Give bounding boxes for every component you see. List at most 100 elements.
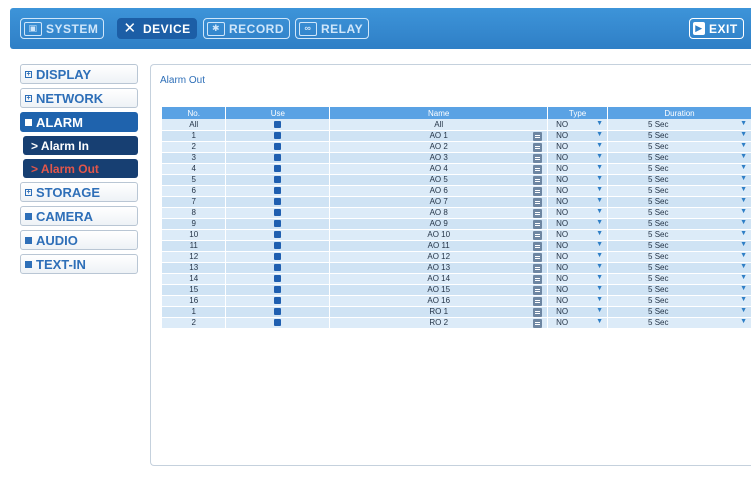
sidebar-item-camera[interactable]: CAMERA (20, 206, 138, 226)
edit-name-icon[interactable] (533, 241, 543, 251)
use-checkbox[interactable] (274, 231, 282, 239)
sidebar-item-display[interactable]: + DISPLAY (20, 64, 138, 84)
edit-name-icon[interactable] (533, 164, 543, 174)
column-header-type: Type (547, 107, 609, 119)
duration-select[interactable]: 5 Sec ▼ (607, 141, 751, 153)
type-select[interactable]: NO ▼ (547, 306, 609, 318)
edit-name-icon[interactable] (533, 197, 543, 207)
duration-select[interactable]: 5 Sec ▼ (607, 185, 751, 197)
edit-name-icon[interactable] (533, 186, 543, 196)
duration-select[interactable]: 5 Sec ▼ (607, 273, 751, 285)
edit-name-icon[interactable] (533, 230, 543, 240)
duration-select[interactable]: 5 Sec ▼ (607, 262, 751, 274)
use-checkbox[interactable] (274, 319, 282, 327)
edit-name-icon[interactable] (533, 142, 543, 152)
tab-relay[interactable]: ∞ RELAY (295, 18, 370, 39)
type-select[interactable]: NO ▼ (547, 163, 609, 175)
type-select[interactable]: NO ▼ (547, 240, 609, 252)
sidebar-item-label: CAMERA (36, 208, 94, 224)
type-select[interactable]: NO ▼ (547, 284, 609, 296)
sidebar-subitem-alarm-in[interactable]: > Alarm In (23, 136, 138, 155)
duration-select[interactable]: 5 Sec ▼ (607, 295, 751, 307)
row-number: 12 (162, 251, 227, 263)
type-select[interactable]: NO ▼ (547, 207, 609, 219)
use-checkbox[interactable] (274, 187, 282, 195)
type-select[interactable]: NO ▼ (547, 141, 609, 153)
duration-select[interactable]: 5 Sec ▼ (607, 240, 751, 252)
duration-select[interactable]: 5 Sec ▼ (607, 119, 751, 131)
type-select[interactable]: NO ▼ (547, 317, 609, 329)
use-checkbox[interactable] (274, 176, 282, 184)
sidebar-item-label: AUDIO (36, 232, 78, 248)
name-cell: AO 13 (329, 262, 549, 274)
duration-select[interactable]: 5 Sec ▼ (607, 251, 751, 263)
duration-select[interactable]: 5 Sec ▼ (607, 174, 751, 186)
use-checkbox[interactable] (274, 198, 282, 206)
use-checkbox[interactable] (274, 209, 282, 217)
duration-select[interactable]: 5 Sec ▼ (607, 306, 751, 318)
duration-select[interactable]: 5 Sec ▼ (607, 163, 751, 175)
type-select[interactable]: NO ▼ (547, 273, 609, 285)
type-select[interactable]: NO ▼ (547, 229, 609, 241)
sidebar-item-text-in[interactable]: TEXT-IN (20, 254, 138, 274)
row-number: 4 (162, 163, 227, 175)
duration-select[interactable]: 5 Sec ▼ (607, 317, 751, 329)
duration-select[interactable]: 5 Sec ▼ (607, 196, 751, 208)
tab-system[interactable]: ▣ SYSTEM (20, 18, 105, 39)
type-value: NO (556, 142, 569, 151)
type-select[interactable]: NO ▼ (547, 130, 609, 142)
tab-device[interactable]: ✕ DEVICE (117, 18, 197, 39)
use-checkbox[interactable] (274, 264, 282, 272)
table-row: 1 RO 1 NO ▼ 5 Sec ▼ (162, 306, 751, 318)
sidebar-item-storage[interactable]: + STORAGE (20, 182, 138, 202)
duration-select[interactable]: 5 Sec ▼ (607, 284, 751, 296)
duration-select[interactable]: 5 Sec ▼ (607, 207, 751, 219)
type-select[interactable]: NO ▼ (547, 218, 609, 230)
edit-name-icon[interactable] (533, 307, 543, 317)
use-checkbox[interactable] (274, 165, 282, 173)
use-checkbox[interactable] (274, 297, 282, 305)
use-checkbox[interactable] (274, 253, 282, 261)
type-select[interactable]: NO ▼ (547, 262, 609, 274)
use-checkbox[interactable] (274, 286, 282, 294)
edit-name-icon[interactable] (533, 219, 543, 229)
type-select[interactable]: NO ▼ (547, 196, 609, 208)
type-select[interactable]: NO ▼ (547, 185, 609, 197)
edit-name-icon[interactable] (533, 208, 543, 218)
edit-name-icon[interactable] (533, 252, 543, 262)
edit-name-icon[interactable] (533, 153, 543, 163)
sidebar-item-network[interactable]: + NETWORK (20, 88, 138, 108)
type-select[interactable]: NO ▼ (547, 119, 609, 131)
edit-name-icon[interactable] (533, 296, 543, 306)
sidebar-item-audio[interactable]: AUDIO (20, 230, 138, 250)
chevron-down-icon: ▼ (740, 318, 747, 325)
duration-select[interactable]: 5 Sec ▼ (607, 130, 751, 142)
tab-record[interactable]: ✱ RECORD (203, 18, 291, 39)
edit-name-icon[interactable] (533, 274, 543, 284)
type-select[interactable]: NO ▼ (547, 152, 609, 164)
sidebar-item-alarm[interactable]: ALARM (20, 112, 138, 132)
type-select[interactable]: NO ▼ (547, 174, 609, 186)
use-checkbox[interactable] (274, 121, 282, 129)
type-select[interactable]: NO ▼ (547, 295, 609, 307)
use-checkbox[interactable] (274, 132, 282, 140)
use-checkbox[interactable] (274, 143, 282, 151)
use-checkbox[interactable] (274, 308, 282, 316)
duration-value: 5 Sec (648, 263, 669, 272)
duration-select[interactable]: 5 Sec ▼ (607, 218, 751, 230)
use-checkbox[interactable] (274, 275, 282, 283)
edit-name-icon[interactable] (533, 131, 543, 141)
exit-button[interactable]: ▶ EXIT (689, 18, 744, 39)
edit-name-icon[interactable] (533, 285, 543, 295)
duration-select[interactable]: 5 Sec ▼ (607, 229, 751, 241)
edit-name-icon[interactable] (533, 318, 543, 328)
edit-name-icon[interactable] (533, 263, 543, 273)
use-checkbox[interactable] (274, 154, 282, 162)
edit-name-icon[interactable] (533, 175, 543, 185)
use-checkbox[interactable] (274, 242, 282, 250)
duration-select[interactable]: 5 Sec ▼ (607, 152, 751, 164)
sidebar-subitem-alarm-out[interactable]: > Alarm Out (23, 159, 138, 178)
use-checkbox[interactable] (274, 220, 282, 228)
column-header-name: Name (329, 107, 549, 119)
type-select[interactable]: NO ▼ (547, 251, 609, 263)
